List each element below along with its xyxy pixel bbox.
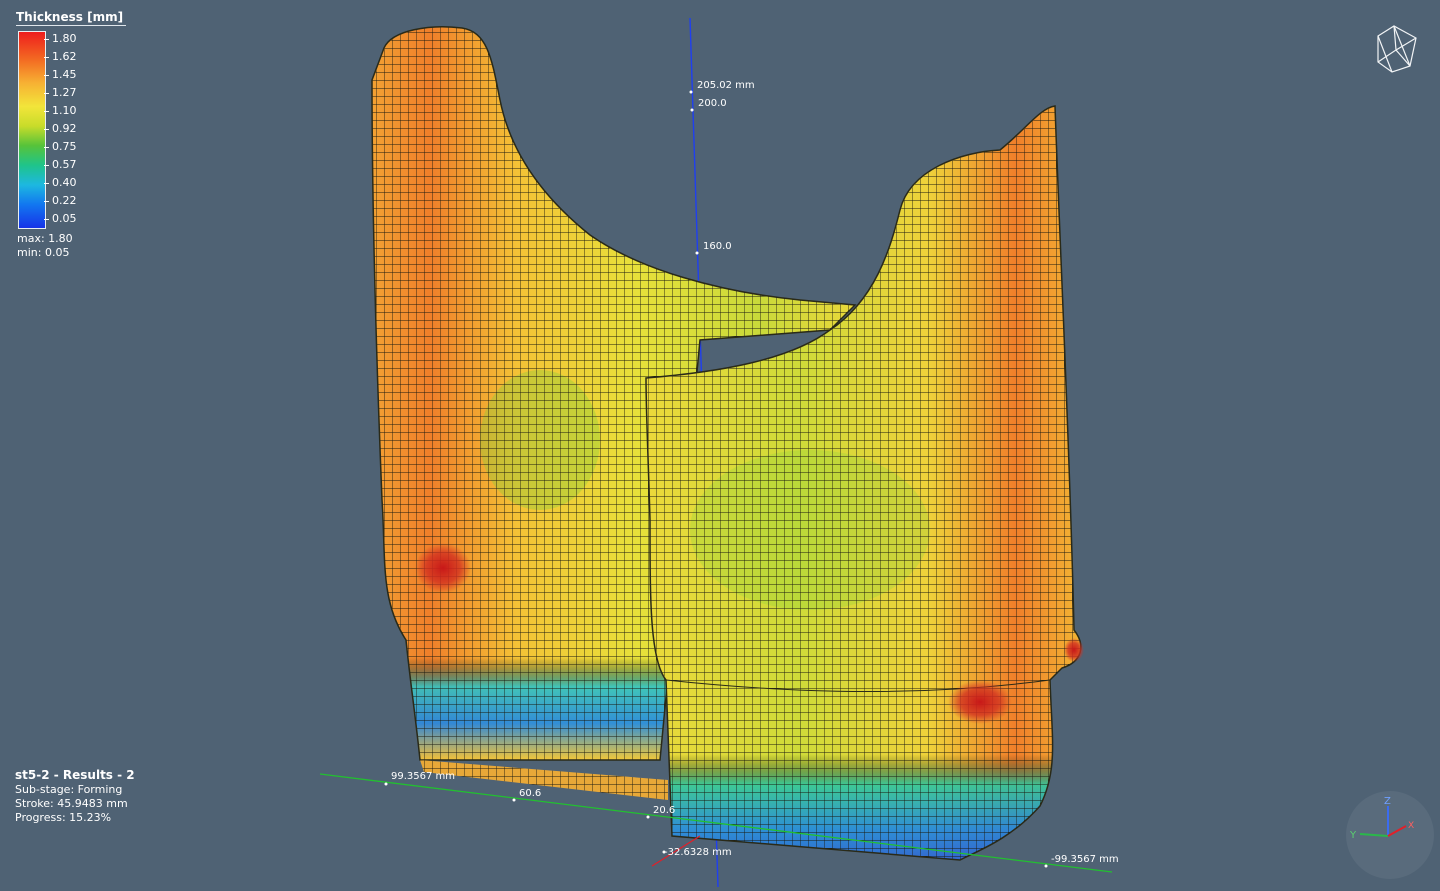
- result-title: st5-2 - Results - 2: [15, 768, 135, 782]
- legend-tick: 1.62: [44, 50, 77, 63]
- legend-max: max: 1.80: [17, 232, 73, 245]
- legend-tick: 1.27: [44, 86, 77, 99]
- z-label-200: 200.0: [698, 98, 727, 109]
- legend-tick: 0.57: [44, 158, 77, 171]
- legend-tick: 1.45: [44, 68, 77, 81]
- x-label-left: 99.3567 mm: [391, 771, 455, 782]
- progress-text: Progress: 15.23%: [15, 811, 112, 824]
- legend-title: Thickness [mm]: [16, 10, 126, 26]
- legend-tick: 0.92: [44, 122, 77, 135]
- z-label-top: 205.02 mm: [697, 80, 755, 91]
- legend-color-bar: [18, 31, 46, 229]
- legend-min: min: 0.05: [17, 246, 70, 259]
- triad-y-label: Y: [1349, 830, 1357, 841]
- x-label-right: -99.3567 mm: [1051, 854, 1119, 865]
- legend-tick: 0.05: [44, 212, 77, 225]
- triad-x-label: X: [1408, 821, 1414, 831]
- axis-triad[interactable]: Z Y X: [1340, 790, 1436, 880]
- legend-tick: 1.10: [44, 104, 77, 117]
- legend-tick: 1.80: [44, 32, 77, 45]
- legend-tick: 0.40: [44, 176, 77, 189]
- legend-tick: 0.22: [44, 194, 77, 207]
- y-label-neg: -32.6328 mm: [664, 847, 732, 858]
- 3d-viewport[interactable]: 205.02 mm 200.0 160.0 99.3567 mm 60.6 20…: [0, 0, 1440, 888]
- result-info: st5-2 - Results - 2 Sub-stage: Forming S…: [15, 768, 135, 825]
- triad-z-label: Z: [1384, 796, 1391, 807]
- substage-text: Sub-stage: Forming: [15, 783, 123, 796]
- view-cube-icon[interactable]: [1372, 22, 1422, 74]
- stroke-text: Stroke: 45.9483 mm: [15, 797, 128, 810]
- thickness-legend: Thickness [mm] 1.80 1.62 1.45 1.27 1.10 …: [16, 10, 136, 259]
- right-part[interactable]: [645, 105, 1084, 861]
- mesh-scene[interactable]: 205.02 mm 200.0 160.0 99.3567 mm 60.6 20…: [0, 0, 1440, 888]
- x-label-60: 60.6: [519, 788, 541, 799]
- legend-tick: 0.75: [44, 140, 77, 153]
- x-label-20: 20.6: [653, 805, 675, 816]
- z-label-160: 160.0: [703, 241, 732, 252]
